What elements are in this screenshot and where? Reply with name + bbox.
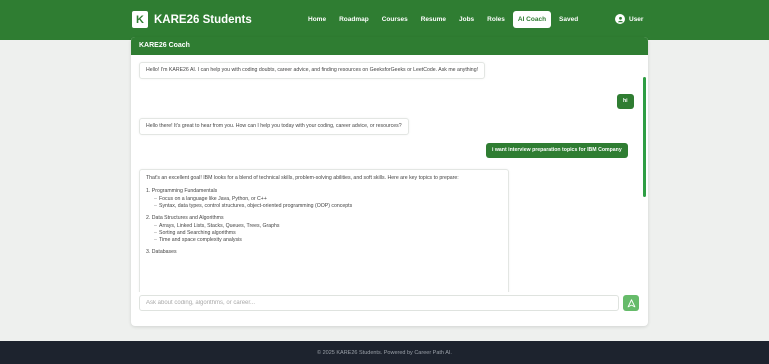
nav-ai-coach[interactable]: AI Coach [512, 11, 552, 28]
topic-item: Time and space complexity analysis [154, 237, 502, 244]
topic-item: Syntax, data types, control structures, … [154, 203, 502, 210]
user-message: i want interview preparation topics for … [486, 143, 628, 158]
input-row [139, 295, 640, 311]
nav-roles[interactable]: Roles [482, 11, 510, 28]
ai-message: Hello there! It's great to hear from you… [139, 118, 409, 135]
send-icon [627, 298, 635, 307]
topic-block: 1. Programming Fundamentals Focus on a l… [146, 188, 502, 210]
ai-message-long: That's an excellent goal! IBM looks for … [139, 169, 509, 292]
footer-text: © 2025 KARE26 Students. Powered by Caree… [317, 349, 452, 356]
topic-title: 2. Data Structures and Algorithms [146, 215, 224, 221]
chat-input[interactable] [139, 295, 619, 311]
nav-courses[interactable]: Courses [377, 11, 413, 28]
top-navbar: K KARE26 Students Home Roadmap Courses R… [0, 0, 769, 40]
user-icon [615, 14, 625, 24]
user-message: hi [617, 94, 634, 109]
reply-intro: That's an excellent goal! IBM looks for … [146, 175, 459, 181]
topic-item: Arrays, Linked Lists, Stacks, Queues, Tr… [154, 223, 502, 230]
chat-scrollbar[interactable] [643, 77, 646, 197]
nav-jobs[interactable]: Jobs [454, 11, 479, 28]
chat-header: KARE26 Coach [131, 37, 648, 55]
nav-home[interactable]: Home [303, 11, 331, 28]
brand-name: KARE26 Students [154, 13, 252, 26]
footer: © 2025 KARE26 Students. Powered by Caree… [0, 341, 769, 364]
ai-message: Hello! I'm KARE26 AI. I can help you wit… [139, 62, 486, 79]
user-label: User [629, 15, 644, 23]
message-list[interactable]: Hello! I'm KARE26 AI. I can help you wit… [131, 55, 648, 292]
brand-logo-icon: K [132, 11, 148, 28]
topic-title: 1. Programming Fundamentals [146, 188, 218, 194]
user-menu[interactable]: User [615, 14, 643, 24]
topic-item: Focus on a language like Java, Python, o… [154, 196, 502, 203]
nav-resume[interactable]: Resume [416, 11, 451, 28]
nav-saved[interactable]: Saved [554, 11, 583, 28]
topic-block: 3. Databases [146, 249, 502, 256]
topic-title: 3. Databases [146, 249, 177, 255]
nav-links: Home Roadmap Courses Resume Jobs Roles A… [303, 11, 583, 28]
nav-roadmap[interactable]: Roadmap [334, 11, 374, 28]
topic-block: 2. Data Structures and Algorithms Arrays… [146, 215, 502, 244]
brand[interactable]: K KARE26 Students [132, 11, 252, 28]
chat-card: KARE26 Coach Hello! I'm KARE26 AI. I can… [131, 37, 648, 326]
send-button[interactable] [623, 295, 639, 311]
topic-item: Sorting and Searching algorithms [154, 230, 502, 237]
